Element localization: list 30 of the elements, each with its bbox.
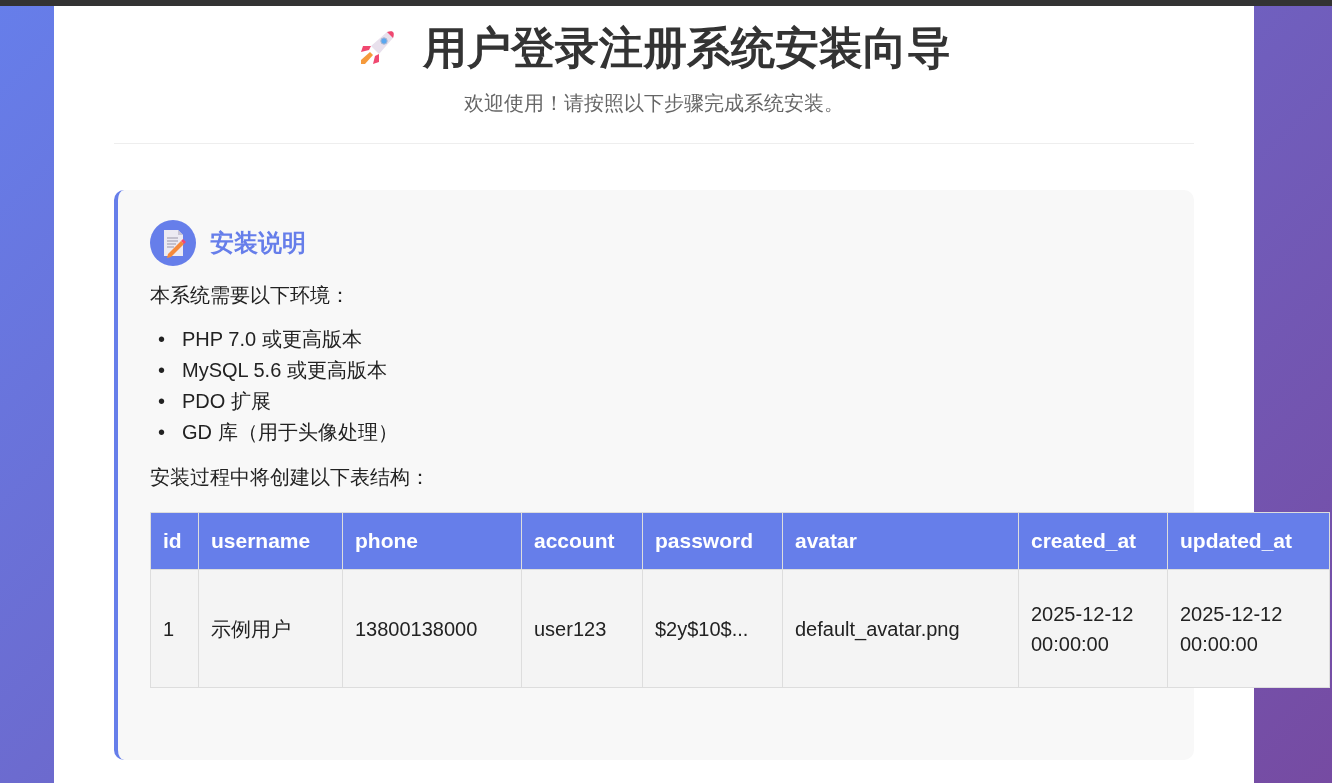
table-cell: 2025-12-12 00:00:00 <box>1018 569 1168 688</box>
table-cell: 示例用户 <box>198 569 343 688</box>
table-cell: user123 <box>521 569 643 688</box>
card-title: 安装说明 <box>210 228 306 258</box>
bullet-marker: • <box>158 358 166 383</box>
requirement-item: PDO 扩展 <box>182 389 271 414</box>
table-cell: 1 <box>150 569 199 688</box>
column-header: password <box>642 512 783 570</box>
requirement-item: PHP 7.0 或更高版本 <box>182 327 362 352</box>
column-header: created_at <box>1018 512 1168 570</box>
column-header: avatar <box>782 512 1019 570</box>
bullet-marker: • <box>158 420 166 445</box>
requirement-item: MySQL 5.6 或更高版本 <box>182 358 387 383</box>
table-cell: default_avatar.png <box>782 569 1019 688</box>
requirement-item: GD 库（用于头像处理） <box>182 420 398 445</box>
column-header: updated_at <box>1167 512 1330 570</box>
bullet-marker: • <box>158 389 166 414</box>
table-cell: 13800138000 <box>342 569 522 688</box>
table-cell: 2025-12-12 00:00:00 <box>1167 569 1330 688</box>
bullet-marker: • <box>158 327 166 352</box>
page-subtitle: 欢迎使用！请按照以下步骤完成系统安装。 <box>463 91 845 116</box>
column-header: phone <box>342 512 522 570</box>
column-header: username <box>198 512 343 570</box>
table-intro-text: 安装过程中将创建以下表结构： <box>150 465 431 490</box>
table-cell: $2y$10$... <box>642 569 783 688</box>
document-pencil-icon <box>150 220 196 266</box>
column-header: id <box>150 512 199 570</box>
page-title: 用户登录注册系统安装向导 <box>423 21 951 74</box>
column-header: account <box>521 512 643 570</box>
intro-text: 本系统需要以下环境： <box>150 283 351 308</box>
